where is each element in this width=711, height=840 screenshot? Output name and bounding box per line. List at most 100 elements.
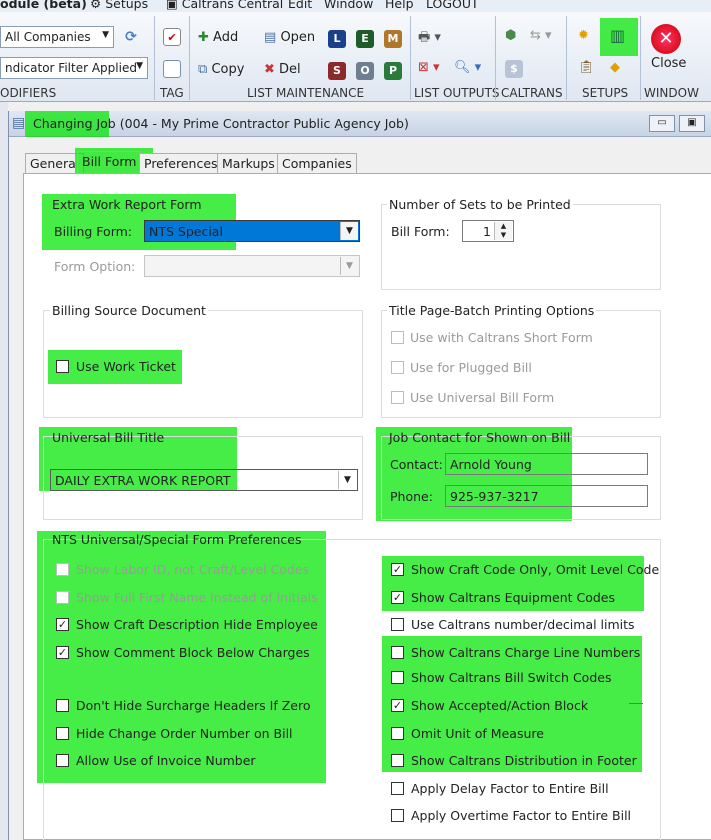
universal-bill-select[interactable]: DAILY EXTRA WORK REPORT ▼ <box>50 469 358 491</box>
tab-markups[interactable]: Markups <box>217 153 280 173</box>
copy-button[interactable]: ⧉ Copy <box>198 62 244 77</box>
tab-companies[interactable]: Companies <box>277 153 357 173</box>
group-label-caltrans: CALTRANS <box>501 86 563 100</box>
close-icon[interactable]: ✕ <box>651 24 681 54</box>
nts-left-checkbox-5[interactable] <box>56 699 69 712</box>
window-icon: ▤ <box>12 115 26 131</box>
billing-form-select[interactable]: NTS Special ▼ <box>144 220 360 242</box>
phone-input[interactable]: 925-937-3217 <box>445 485 648 507</box>
menu-setups[interactable]: ⚙ Setups <box>90 0 148 11</box>
plugged-bill-label: Use for Plugged Bill <box>410 360 532 375</box>
letter-e-icon[interactable]: E <box>356 30 374 48</box>
tag-empty-icon[interactable] <box>163 60 181 78</box>
nts-left-checkbox-6[interactable] <box>56 727 69 740</box>
letter-l-icon[interactable]: L <box>328 30 346 48</box>
menu-edit[interactable]: Edit <box>288 0 312 11</box>
checkmark-icon: ✓ <box>392 563 403 576</box>
checkmark-icon: ✓ <box>392 699 403 712</box>
tab-preferences[interactable]: Preferences <box>139 153 223 173</box>
billing-form-label: Billing Form: <box>54 224 132 239</box>
group-label-tag: TAG <box>160 86 184 100</box>
del-button[interactable]: ✖ Del <box>264 62 301 77</box>
filter-combo[interactable]: ndicator Filter Applied ▼ <box>0 57 148 79</box>
nts-right-label-7: Omit Unit of Measure <box>411 726 544 741</box>
sets-stepper[interactable]: 1 ▲ ▼ <box>462 220 514 242</box>
nts-right-checkbox-5[interactable] <box>391 671 404 684</box>
dollar-icon[interactable]: $ <box>505 60 523 78</box>
nts-right-checkbox-1[interactable]: ✓ <box>391 563 404 576</box>
chevron-down-icon: ▼ <box>340 257 358 275</box>
letter-s-icon[interactable]: S <box>328 62 346 80</box>
menu-window[interactable]: Window <box>324 0 373 11</box>
bill-form-panel: Extra Work Report Form Billing Form: NTS… <box>23 173 711 840</box>
nts-right-checkbox-6[interactable]: ✓ <box>391 699 404 712</box>
letter-m-icon[interactable]: M <box>384 30 402 48</box>
separator <box>154 16 155 100</box>
shield-icon[interactable]: ⬢ <box>505 28 516 43</box>
settings-icon[interactable]: ✹ <box>578 28 589 43</box>
changing-job-window: ▤ Changing Job (004 - My Prime Contracto… <box>8 111 711 840</box>
checkmark-icon: ✓ <box>57 646 68 659</box>
nts-right-checkbox-9[interactable] <box>391 782 404 795</box>
chevron-down-icon: ▼ <box>338 471 356 489</box>
chart-icon[interactable]: ⊠ ▾ <box>418 60 440 75</box>
nts-right-label-3: Use Caltrans number/decimal limits <box>411 617 635 632</box>
group-label-window: WINDOW <box>644 86 699 100</box>
companies-combo[interactable]: All Companies ▼ <box>0 26 114 48</box>
contact-input[interactable]: Arnold Young <box>445 453 648 475</box>
open-button[interactable]: ▤ Open <box>264 30 315 45</box>
menu-logout[interactable]: LOGOUT <box>426 0 479 11</box>
nts-right-label-5: Show Caltrans Bill Switch Codes <box>411 670 612 685</box>
separator <box>495 16 496 100</box>
close-button[interactable]: Close <box>651 56 686 71</box>
nts-right-checkbox-2[interactable]: ✓ <box>391 591 404 604</box>
menu-help[interactable]: Help <box>385 0 414 11</box>
separator <box>640 16 641 100</box>
refresh-icon[interactable]: ⟳ <box>122 28 140 46</box>
nts-right-checkbox-8[interactable] <box>391 754 404 767</box>
books-icon[interactable]: ▥ <box>610 26 625 45</box>
stepper-arrows-icon[interactable]: ▲ ▼ <box>494 222 512 240</box>
search-icon[interactable]: 🔍︎ ▾ <box>454 60 481 75</box>
nts-left-label-6: Hide Change Order Number on Bill <box>76 726 293 741</box>
plugged-bill-checkbox[interactable] <box>391 361 404 374</box>
letter-p-icon[interactable]: P <box>384 62 402 80</box>
folder-icon[interactable]: ◆ <box>610 60 620 75</box>
restore-button[interactable]: ▣ <box>679 115 705 132</box>
nts-right-checkbox-7[interactable] <box>391 727 404 740</box>
letter-o-icon[interactable]: O <box>356 62 374 80</box>
sets-bill-form-label: Bill Form: <box>391 224 450 239</box>
nts-left-checkbox-3[interactable]: ✓ <box>56 618 69 631</box>
tag-check-icon[interactable]: ✔ <box>163 28 181 46</box>
short-form-checkbox[interactable] <box>391 331 404 344</box>
nts-right-checkbox-4[interactable] <box>391 646 404 659</box>
universal-form-checkbox[interactable] <box>391 391 404 404</box>
short-form-label: Use with Caltrans Short Form <box>410 330 593 345</box>
nts-right-label-9: Apply Delay Factor to Entire Bill <box>411 781 609 796</box>
form-option-select[interactable]: ▼ <box>144 255 360 277</box>
nts-left-label-4: Show Comment Block Below Charges <box>76 645 310 660</box>
nts-right-checkbox-3[interactable] <box>391 618 404 631</box>
caltrans-icon: ▣ <box>166 0 178 11</box>
use-work-ticket-checkbox[interactable] <box>56 360 69 373</box>
nts-right-label-10: Apply Overtime Factor to Entire Bill <box>411 808 632 823</box>
chevron-down-icon: ▼ <box>340 222 358 240</box>
add-button[interactable]: ✚ Add <box>198 30 238 45</box>
group-label-setups: SETUPS <box>582 86 629 100</box>
nts-left-checkbox-4[interactable]: ✓ <box>56 646 69 659</box>
menu-caltrans-central[interactable]: ▣ Caltrans Central <box>166 0 283 11</box>
group-label-list-maintenance: LIST MAINTENANCE <box>247 86 365 100</box>
minimize-button[interactable]: ▭ <box>649 115 675 132</box>
printer-icon[interactable]: 🖶 ▾ <box>418 28 441 50</box>
link-icon[interactable]: ⇆ ▾ <box>530 28 552 43</box>
extra-work-group <box>43 204 363 290</box>
nts-left-label-1: Show Labor ID, not Craft/Level Codes <box>76 562 310 577</box>
use-work-ticket-label: Use Work Ticket <box>76 359 176 374</box>
extra-work-title: Extra Work Report Form <box>52 197 202 212</box>
nts-left-checkbox-1[interactable] <box>56 563 69 576</box>
nts-right-checkbox-10[interactable] <box>391 809 404 822</box>
nts-left-checkbox-2[interactable] <box>56 591 69 604</box>
clipboard-icon[interactable]: 📋︎ <box>578 60 595 75</box>
tab-bill-form[interactable]: Bill Form <box>77 151 142 174</box>
nts-left-checkbox-7[interactable] <box>56 754 69 767</box>
